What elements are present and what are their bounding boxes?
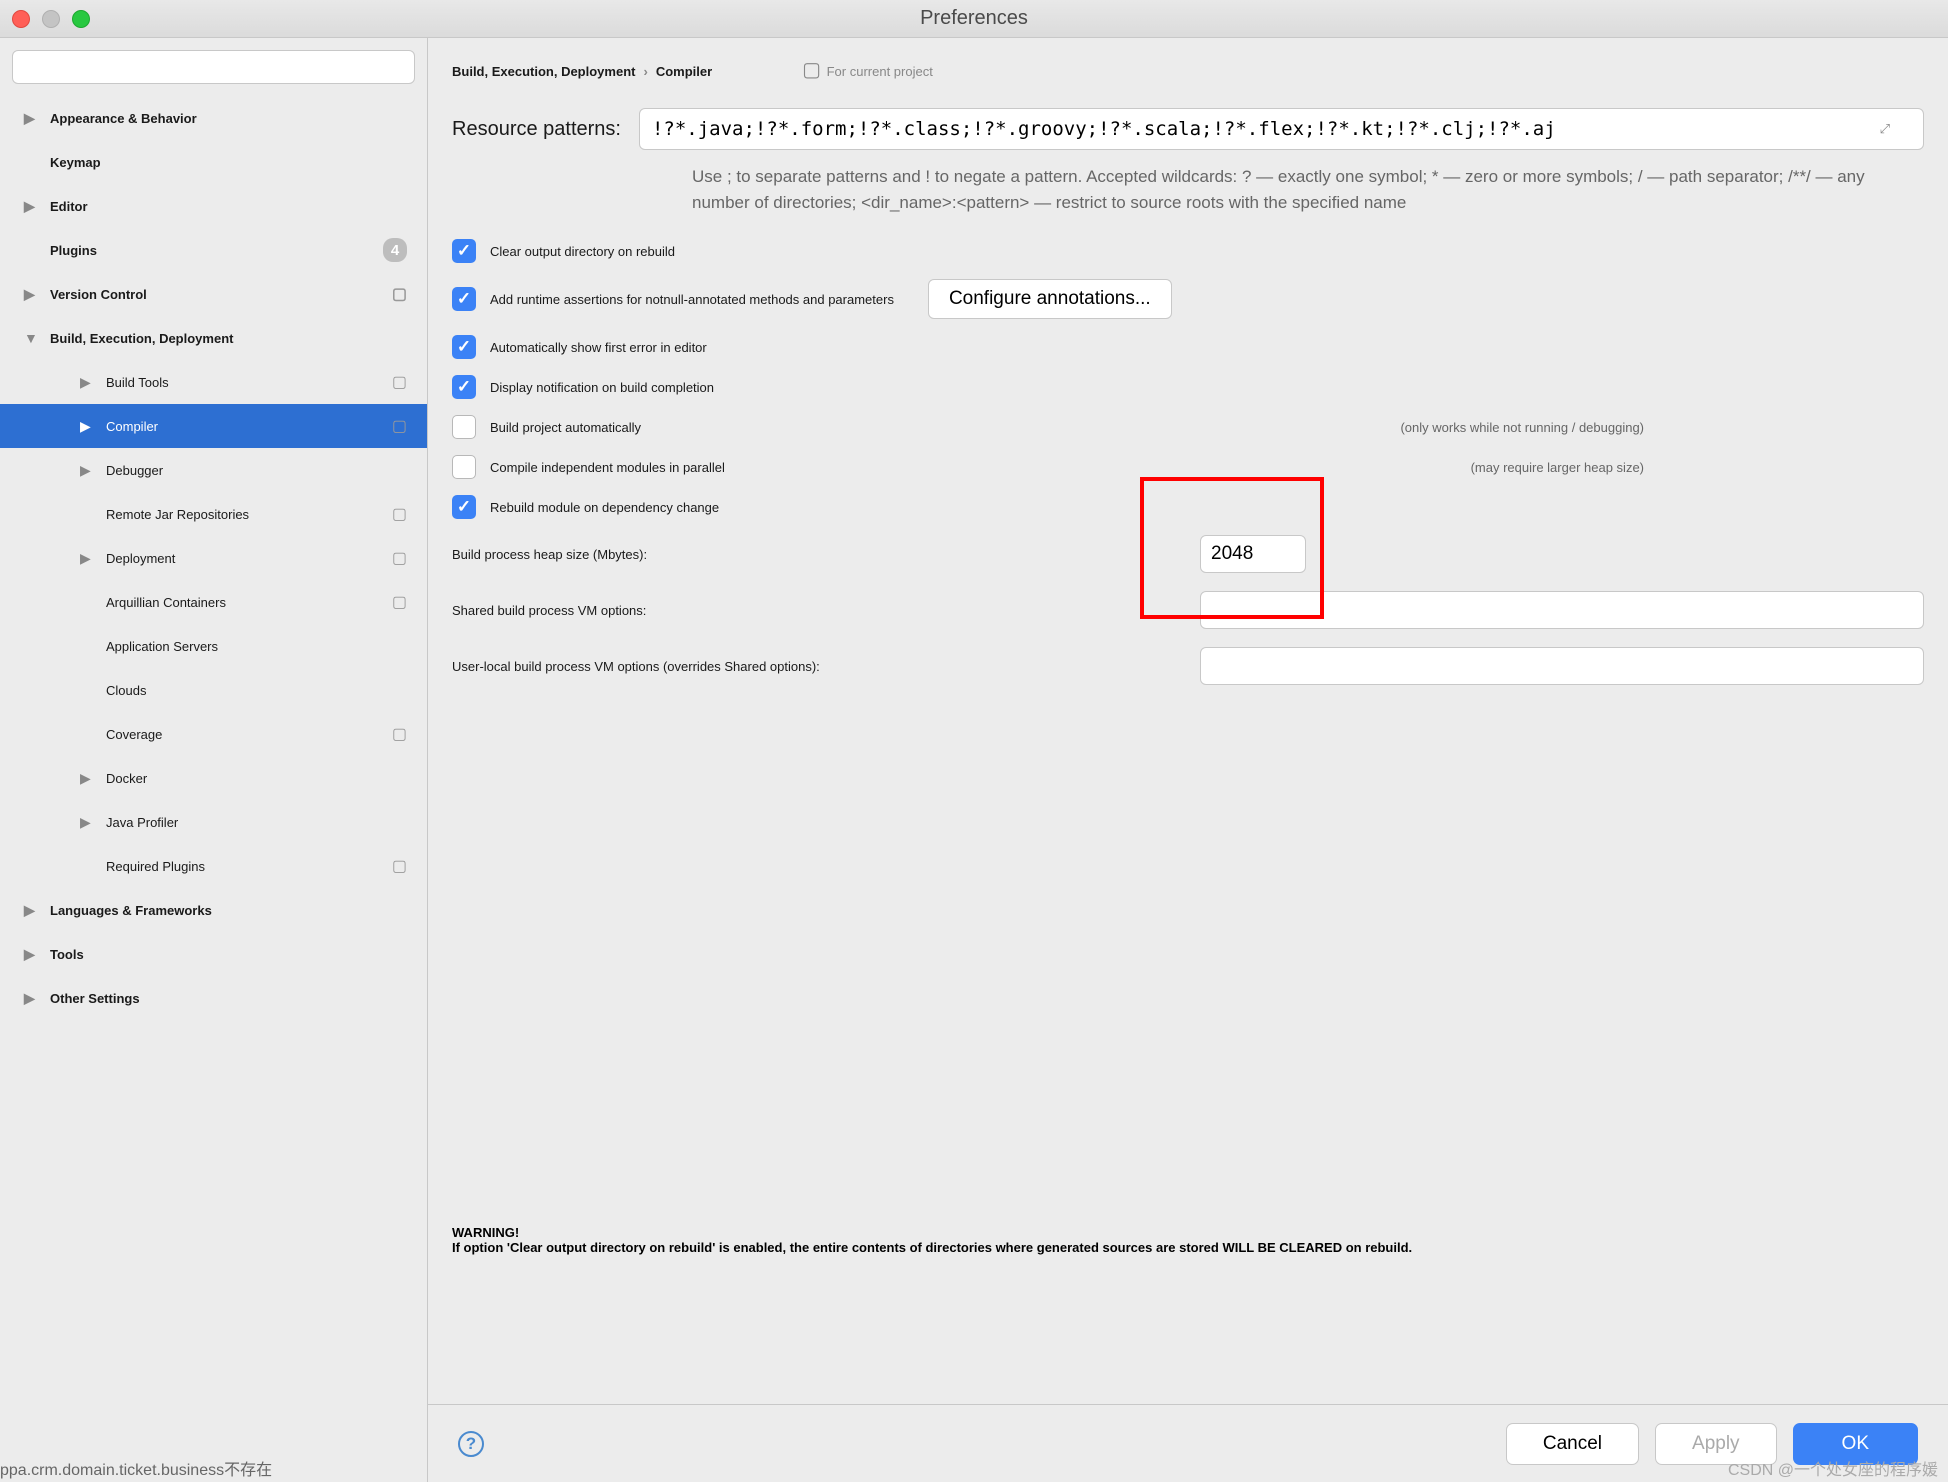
chevron-icon: ▶ [80, 374, 100, 391]
configure-annotations-button[interactable]: Configure annotations... [928, 279, 1172, 319]
sidebar-item-editor[interactable]: ▶ Editor [0, 184, 427, 228]
pattern-help-text: Use ; to separate patterns and ! to nega… [692, 164, 1924, 215]
sidebar-item-label: Keymap [50, 155, 101, 170]
chevron-icon: ▶ [24, 902, 44, 919]
sidebar-item-label: Debugger [106, 463, 163, 478]
sidebar-item-label: Application Servers [106, 639, 218, 654]
sidebar-item-label: Deployment [106, 551, 175, 566]
shared-vm-input[interactable] [1200, 591, 1924, 629]
close-icon[interactable] [12, 10, 30, 28]
sidebar-item-label: Version Control [50, 287, 147, 302]
cb-runtime-assert[interactable] [452, 287, 476, 311]
chevron-icon: ▼ [24, 330, 44, 346]
cb-build-auto[interactable] [452, 415, 476, 439]
help-icon[interactable]: ? [458, 1431, 484, 1457]
cb-notify[interactable] [452, 375, 476, 399]
scope-label: ▢ For current project [802, 57, 933, 82]
sidebar-item-java-profiler[interactable]: ▶ Java Profiler [0, 800, 427, 844]
settings-tree: ▶Appearance & Behavior▶Keymap▶Editor▶Plu… [0, 96, 427, 1482]
sidebar-item-build-execution-deployment[interactable]: ▼ Build, Execution, Deployment [0, 316, 427, 360]
chevron-icon: ▶ [24, 110, 44, 127]
cb-rebuild[interactable] [452, 495, 476, 519]
window-title: Preferences [920, 7, 1028, 30]
maximize-icon[interactable] [72, 10, 90, 28]
cb-clear-output[interactable] [452, 239, 476, 263]
warning-text: WARNING! If option 'Clear output directo… [452, 1225, 1924, 1255]
sidebar-item-label: Plugins [50, 243, 97, 258]
chevron-icon: ▶ [80, 814, 100, 831]
sidebar-item-label: Arquillian Containers [106, 595, 226, 610]
expand-icon[interactable]: ⤢ [1880, 121, 1890, 137]
chevron-icon: ▶ [80, 418, 100, 435]
sidebar-item-docker[interactable]: ▶ Docker [0, 756, 427, 800]
sidebar-item-label: Languages & Frameworks [50, 903, 212, 918]
project-scope-icon: ▢ [392, 856, 407, 876]
footer: ? Cancel Apply OK [428, 1404, 1948, 1482]
sidebar-item-label: Build Tools [106, 375, 169, 390]
sidebar-item-label: Clouds [106, 683, 146, 698]
project-scope-icon: ▢ [392, 504, 407, 524]
resource-patterns-label: Resource patterns: [452, 118, 621, 141]
project-scope-icon: ▢ [392, 548, 407, 568]
status-text: ppa.crm.domain.ticket.business不存在 [0, 1456, 272, 1480]
sidebar-item-label: Other Settings [50, 991, 140, 1006]
sidebar-item-debugger[interactable]: ▶ Debugger [0, 448, 427, 492]
resource-patterns-input[interactable] [639, 108, 1924, 150]
cb-parallel[interactable] [452, 455, 476, 479]
project-scope-icon: ▢ [392, 372, 407, 392]
sidebar-item-plugins[interactable]: ▶Plugins4 [0, 228, 427, 272]
chevron-icon: ▶ [80, 550, 100, 567]
sidebar-item-label: Remote Jar Repositories [106, 507, 249, 522]
sidebar-item-deployment[interactable]: ▶ Deployment ▢ [0, 536, 427, 580]
cb-auto-error[interactable] [452, 335, 476, 359]
chevron-icon: ▶ [24, 286, 44, 303]
sidebar-item-arquillian-containers[interactable]: ▶Arquillian Containers▢ [0, 580, 427, 624]
heap-label: Build process heap size (Mbytes): [452, 547, 1182, 562]
sidebar-item-languages-frameworks[interactable]: ▶ Languages & Frameworks [0, 888, 427, 932]
sidebar-item-other-settings[interactable]: ▶ Other Settings [0, 976, 427, 1020]
titlebar: Preferences [0, 0, 1948, 38]
breadcrumb: Build, Execution, Deployment›Compiler [452, 56, 712, 82]
sidebar-item-label: Required Plugins [106, 859, 205, 874]
shared-vm-label: Shared build process VM options: [452, 603, 1182, 618]
sidebar-item-version-control[interactable]: ▶ Version Control ▢ [0, 272, 427, 316]
project-scope-icon: ▢ [392, 592, 407, 612]
sidebar-item-application-servers[interactable]: ▶Application Servers [0, 624, 427, 668]
sidebar-item-keymap[interactable]: ▶Keymap [0, 140, 427, 184]
sidebar-item-tools[interactable]: ▶ Tools [0, 932, 427, 976]
heap-size-input[interactable] [1200, 535, 1306, 573]
sidebar-item-clouds[interactable]: ▶Clouds [0, 668, 427, 712]
sidebar-item-appearance-behavior[interactable]: ▶ Appearance & Behavior [0, 96, 427, 140]
sidebar-item-label: Java Profiler [106, 815, 178, 830]
project-scope-icon: ▢ [392, 416, 407, 436]
chevron-icon: ▶ [24, 198, 44, 215]
sidebar-item-build-tools[interactable]: ▶ Build Tools ▢ [0, 360, 427, 404]
sidebar-item-label: Docker [106, 771, 147, 786]
user-vm-label: User-local build process VM options (ove… [452, 659, 1182, 674]
minimize-icon[interactable] [42, 10, 60, 28]
chevron-icon: ▶ [24, 946, 44, 963]
sidebar-item-label: Build, Execution, Deployment [50, 331, 233, 346]
sidebar-item-label: Appearance & Behavior [50, 111, 197, 126]
project-scope-icon: ▢ [392, 724, 407, 744]
sidebar-item-coverage[interactable]: ▶Coverage▢ [0, 712, 427, 756]
watermark: CSDN @一个处女座的程序媛 [1728, 1456, 1938, 1480]
sidebar-item-label: Editor [50, 199, 88, 214]
sidebar-item-required-plugins[interactable]: ▶Required Plugins▢ [0, 844, 427, 888]
project-scope-icon: ▢ [392, 284, 407, 304]
chevron-icon: ▶ [24, 990, 44, 1007]
chevron-icon: ▶ [80, 770, 100, 787]
chevron-icon: ▶ [80, 462, 100, 479]
sidebar-item-label: Compiler [106, 419, 158, 434]
badge: 4 [383, 238, 407, 262]
cancel-button[interactable]: Cancel [1506, 1423, 1639, 1465]
search-input[interactable] [12, 50, 415, 84]
sidebar: ⌕ ▶Appearance & Behavior▶Keymap▶Editor▶P… [0, 38, 428, 1482]
sidebar-item-remote-jar-repositories[interactable]: ▶Remote Jar Repositories▢ [0, 492, 427, 536]
user-vm-input[interactable] [1200, 647, 1924, 685]
sidebar-item-label: Tools [50, 947, 84, 962]
sidebar-item-compiler[interactable]: ▶ Compiler ▢ [0, 404, 427, 448]
sidebar-item-label: Coverage [106, 727, 162, 742]
